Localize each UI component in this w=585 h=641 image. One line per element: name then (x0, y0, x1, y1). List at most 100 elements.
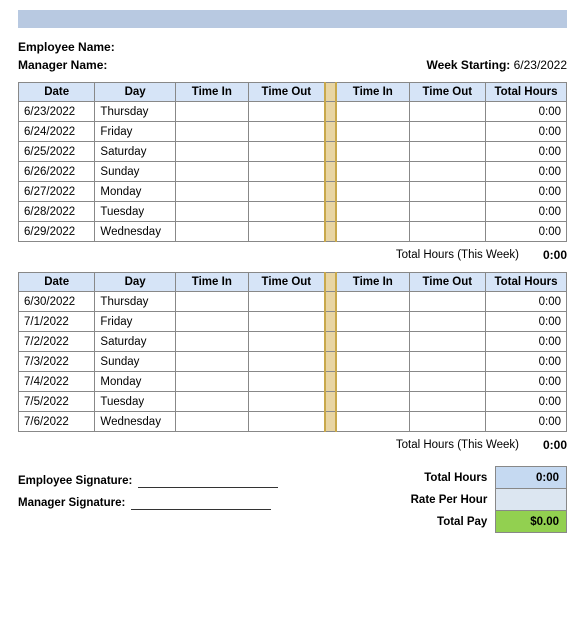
cell-timein (175, 392, 248, 412)
summary-rateperhour-label: Rate Per Hour (347, 489, 496, 511)
cell-timeout (248, 162, 324, 182)
cell-timein (175, 122, 248, 142)
summary-rateperhour-value (496, 489, 567, 511)
cell-day: Friday (95, 122, 175, 142)
signatures-section: Employee Signature: Manager Signature: (18, 474, 278, 510)
timesheet-table-1: Date Day Time In Time Out Time In Time O… (18, 82, 567, 242)
summary-totalpay-row: Total Pay $0.00 (347, 511, 567, 533)
cell-totalhours: 0:00 (485, 292, 566, 312)
manager-name-label: Manager Name: (18, 58, 107, 72)
cell-timein2 (336, 182, 409, 202)
table-row: 6/26/2022 Sunday 0:00 (19, 162, 567, 182)
table-row: 7/3/2022 Sunday 0:00 (19, 352, 567, 372)
cell-totalhours: 0:00 (485, 332, 566, 352)
cell-timeout (248, 222, 324, 242)
cell-divider (325, 312, 336, 332)
cell-divider (325, 222, 336, 242)
cell-timein (175, 292, 248, 312)
top-bar (18, 10, 567, 28)
cell-timein (175, 352, 248, 372)
cell-timein2 (336, 122, 409, 142)
cell-timein (175, 162, 248, 182)
table-row: 7/4/2022 Monday 0:00 (19, 372, 567, 392)
cell-totalhours: 0:00 (485, 182, 566, 202)
cell-timeout2 (409, 352, 485, 372)
cell-timeout (248, 102, 324, 122)
cell-divider (325, 142, 336, 162)
cell-divider (325, 162, 336, 182)
summary-table: Total Hours 0:00 Rate Per Hour Total Pay… (347, 466, 567, 533)
col-header-day-1: Day (95, 83, 175, 102)
cell-timeout2 (409, 312, 485, 332)
cell-timein2 (336, 202, 409, 222)
cell-timeout (248, 202, 324, 222)
table-row: 6/27/2022 Monday 0:00 (19, 182, 567, 202)
table2-total-value: 0:00 (527, 438, 567, 452)
cell-timein (175, 222, 248, 242)
summary-totalhours-row: Total Hours 0:00 (347, 467, 567, 489)
cell-day: Wednesday (95, 412, 175, 432)
cell-totalhours: 0:00 (485, 122, 566, 142)
cell-timeout (248, 352, 324, 372)
col-header-totalhours-2: Total Hours (485, 273, 566, 292)
timesheet-table-2: Date Day Time In Time Out Time In Time O… (18, 272, 567, 432)
cell-timein2 (336, 162, 409, 182)
cell-timein (175, 182, 248, 202)
cell-date: 6/26/2022 (19, 162, 95, 182)
cell-day: Monday (95, 372, 175, 392)
cell-timein2 (336, 372, 409, 392)
cell-day: Tuesday (95, 392, 175, 412)
table-row: 7/2/2022 Saturday 0:00 (19, 332, 567, 352)
cell-timeout2 (409, 412, 485, 432)
cell-timeout (248, 182, 324, 202)
table1-total-label: Total Hours (This Week) (396, 249, 519, 261)
employee-sig-line (138, 474, 278, 488)
table-row: 7/1/2022 Friday 0:00 (19, 312, 567, 332)
cell-timeout2 (409, 142, 485, 162)
manager-sig-label: Manager Signature: (18, 497, 125, 509)
table-row: 7/6/2022 Wednesday 0:00 (19, 412, 567, 432)
cell-timeout (248, 312, 324, 332)
cell-date: 7/2/2022 (19, 332, 95, 352)
summary-totalpay-value: $0.00 (496, 511, 567, 533)
cell-timein2 (336, 292, 409, 312)
manager-sig-row: Manager Signature: (18, 496, 278, 510)
summary-section: Total Hours 0:00 Rate Per Hour Total Pay… (347, 466, 567, 539)
cell-timein2 (336, 352, 409, 372)
cell-totalhours: 0:00 (485, 352, 566, 372)
cell-date: 6/23/2022 (19, 102, 95, 122)
cell-timein2 (336, 392, 409, 412)
table2-total-row: Total Hours (This Week) 0:00 (18, 438, 567, 452)
table-row: 6/23/2022 Thursday 0:00 (19, 102, 567, 122)
cell-date: 7/3/2022 (19, 352, 95, 372)
cell-date: 7/1/2022 (19, 312, 95, 332)
cell-timein (175, 202, 248, 222)
cell-timein2 (336, 102, 409, 122)
cell-timeout (248, 392, 324, 412)
cell-timein (175, 312, 248, 332)
cell-day: Thursday (95, 292, 175, 312)
table-row: 7/5/2022 Tuesday 0:00 (19, 392, 567, 412)
cell-divider (325, 352, 336, 372)
cell-divider (325, 372, 336, 392)
cell-timeout2 (409, 122, 485, 142)
table-row: 6/29/2022 Wednesday 0:00 (19, 222, 567, 242)
cell-timeout2 (409, 392, 485, 412)
cell-date: 7/5/2022 (19, 392, 95, 412)
summary-rateperhour-row: Rate Per Hour (347, 489, 567, 511)
col-header-date-2: Date (19, 273, 95, 292)
cell-totalhours: 0:00 (485, 142, 566, 162)
table-row: 6/30/2022 Thursday 0:00 (19, 292, 567, 312)
cell-timeout (248, 122, 324, 142)
table1-total-value: 0:00 (527, 248, 567, 262)
cell-timein2 (336, 142, 409, 162)
cell-timein (175, 412, 248, 432)
cell-timein2 (336, 332, 409, 352)
manager-sig-line (131, 496, 271, 510)
cell-timein2 (336, 222, 409, 242)
cell-timeout2 (409, 372, 485, 392)
employee-sig-label: Employee Signature: (18, 475, 132, 487)
col-header-timeout2-1: Time Out (409, 83, 485, 102)
cell-date: 6/29/2022 (19, 222, 95, 242)
summary-totalhours-label: Total Hours (347, 467, 496, 489)
